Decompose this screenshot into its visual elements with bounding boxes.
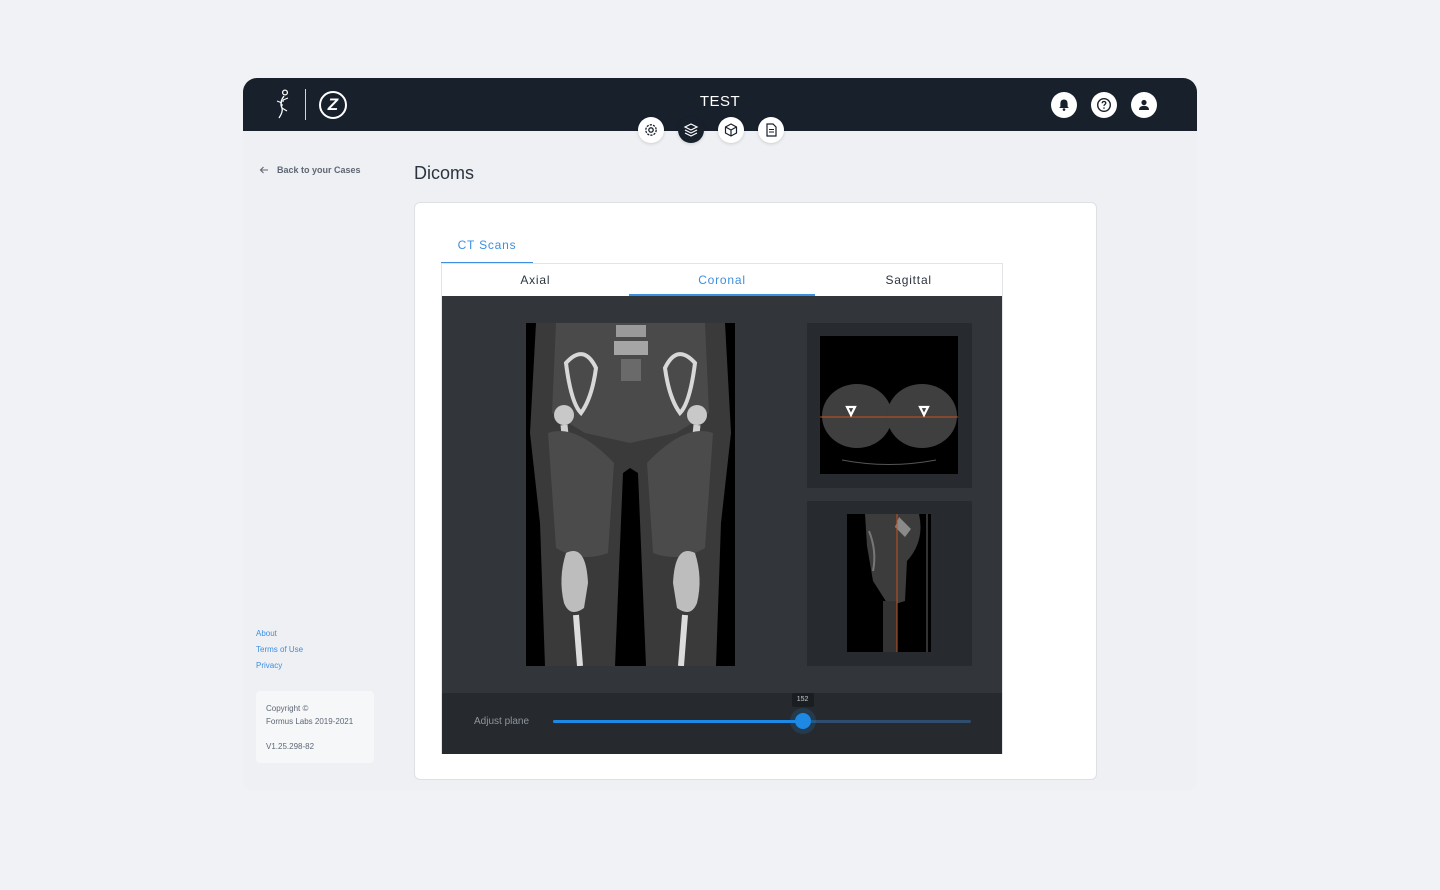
plane-slider-track[interactable]: 152 xyxy=(553,693,971,729)
sidebar: Back to your Cases About Terms of Use Pr… xyxy=(243,131,393,790)
cube-icon xyxy=(724,123,738,137)
plane-tabs: Axial Coronal Sagittal xyxy=(442,264,1002,296)
app-window: Z TEST Back to your Cases About Terms of… xyxy=(243,78,1197,790)
report-step-button[interactable] xyxy=(758,117,784,143)
version-label: V1.25.298-82 xyxy=(266,742,315,751)
header-actions xyxy=(1051,92,1157,118)
document-icon xyxy=(766,123,777,137)
tab-sagittal[interactable]: Sagittal xyxy=(815,264,1002,296)
plane-slider-value: 152 xyxy=(791,693,814,707)
bell-icon xyxy=(1059,99,1069,111)
copyright-line: Copyright © xyxy=(266,704,309,713)
copyright-box: Copyright © Formus Labs 2019-2021 V1.25.… xyxy=(256,691,374,763)
dicom-viewer: Axial Coronal Sagittal Adjust plane 152 xyxy=(441,263,1003,754)
terms-link[interactable]: Terms of Use xyxy=(256,645,303,654)
scan-area: Adjust plane 152 xyxy=(442,296,1002,754)
coronal-ct-image[interactable] xyxy=(526,323,735,666)
tab-axial[interactable]: Axial xyxy=(442,264,629,296)
layers-icon xyxy=(683,123,699,137)
about-link[interactable]: About xyxy=(256,629,303,638)
axial-ct-image xyxy=(820,336,958,474)
user-icon xyxy=(1139,99,1149,110)
plane-slider-bar: Adjust plane 152 xyxy=(442,693,1002,754)
arrow-left-icon xyxy=(259,166,268,174)
axial-preview[interactable] xyxy=(807,323,972,488)
slider-label: Adjust plane xyxy=(474,716,530,727)
privacy-link[interactable]: Privacy xyxy=(256,661,303,670)
help-icon xyxy=(1096,97,1112,113)
back-to-cases-link[interactable]: Back to your Cases xyxy=(259,165,361,175)
tab-coronal[interactable]: Coronal xyxy=(628,264,816,296)
plane-slider-thumb[interactable] xyxy=(794,713,811,729)
sagittal-ct-image xyxy=(847,514,931,652)
dicom-card: CT Scans Axial Coronal Sagittal Adjust p… xyxy=(414,202,1097,780)
tab-ct-scans[interactable]: CT Scans xyxy=(441,238,533,264)
gear-icon xyxy=(645,124,657,136)
back-link-label: Back to your Cases xyxy=(277,165,361,175)
help-button[interactable] xyxy=(1091,92,1117,118)
model-step-button[interactable] xyxy=(718,117,744,143)
footer-links: About Terms of Use Privacy xyxy=(256,629,303,677)
copyright-company: Formus Labs 2019-2021 xyxy=(266,717,354,726)
user-button[interactable] xyxy=(1131,92,1157,118)
notifications-button[interactable] xyxy=(1051,92,1077,118)
sagittal-preview[interactable] xyxy=(807,501,972,666)
dicoms-step-button[interactable] xyxy=(678,117,704,143)
workflow-steps xyxy=(638,117,784,143)
settings-step-button[interactable] xyxy=(638,117,664,143)
page-title: Dicoms xyxy=(414,163,475,183)
plane-slider-fill xyxy=(553,720,803,723)
